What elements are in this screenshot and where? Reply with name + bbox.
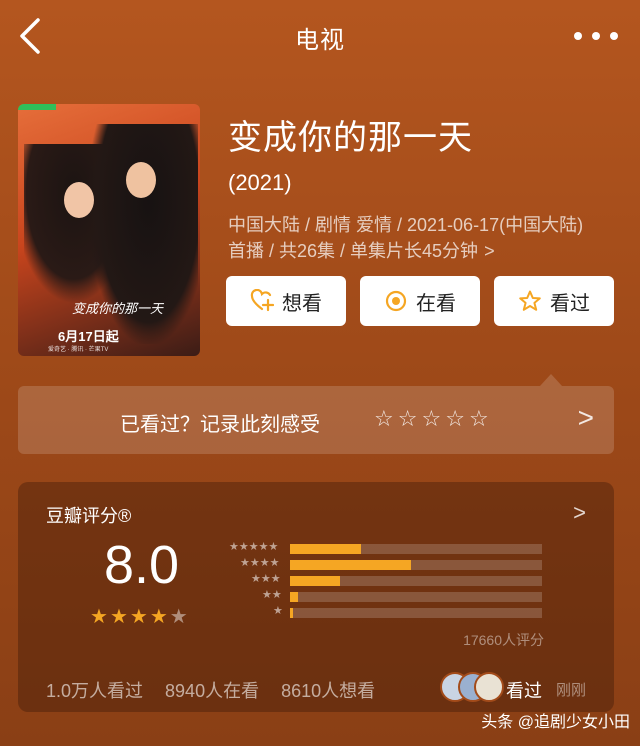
rate-stars[interactable]: ☆ ☆ ☆ ☆ ☆ [374,408,489,430]
show-year: (2021) [228,170,292,195]
friend-action: 看过 [506,681,542,701]
score-star-icon: ★ [109,606,128,628]
poster-face-woman [64,182,94,218]
score-star-icon: ★ [149,606,168,628]
rate-star-icon[interactable]: ☆ [445,408,465,430]
stats-row: 1.0万人看过 8940人在看 8610人想看 [46,677,375,703]
show-title: 变成你的那一天 [228,119,473,157]
poster-platform-logos: 爱奇艺 · 腾讯 · 芒果TV [48,347,109,353]
poster-title: 变成你的那一天 [72,302,164,317]
want-button[interactable]: 想看 [226,276,346,326]
rate-star-icon[interactable]: ☆ [421,408,441,430]
score-star-icon: ★ [90,606,108,628]
rating-distribution-track [290,592,542,602]
stat-want[interactable]: 8610人想看 [281,677,375,703]
poster-face-man [126,162,156,198]
rate-prompt-bar[interactable]: 已看过？记录此刻感受 ☆ ☆ ☆ ☆ ☆ > [18,386,614,454]
rating-distribution-bar [290,576,340,586]
chevron-right-icon: > [484,241,495,261]
chevron-right-icon[interactable]: > [573,500,586,526]
target-icon [385,290,407,312]
friend-time: 刚刚 [556,682,587,699]
poster-image[interactable]: 变成你的那一天 6月17日起 爱奇艺 · 腾讯 · 芒果TV [18,104,200,356]
rating-label: 豆瓣评分® [46,506,132,526]
rating-stars: ★ ★ ★ ★ ★ [90,604,188,629]
rating-distribution-bar [290,592,298,602]
rating-distribution-bar [290,608,293,618]
watching-label: 在看 [416,292,456,315]
poster-date: 6月17日起 [58,329,119,344]
avatar [474,672,504,702]
rating-score: 8.0 [104,535,180,595]
star-outline-icon [519,290,541,311]
rate-star-icon[interactable]: ☆ [398,408,418,430]
more-icon[interactable] [574,28,618,44]
watching-button[interactable]: 在看 [360,276,480,326]
stat-watching[interactable]: 8940人在看 [165,677,259,703]
score-star-icon: ★ [129,606,148,628]
poster-tag [18,104,56,110]
pointer-arrow [540,374,562,386]
rating-distribution-track [290,544,542,554]
show-meta[interactable]: 中国大陆 / 剧情 爱情 / 2021-06-17(中国大陆)首播 / 共26集… [228,212,588,264]
page-title: 电视 [295,27,345,54]
rate-star-icon[interactable]: ☆ [374,408,394,430]
rating-distribution-track [290,608,542,618]
friend-avatars[interactable] [440,672,504,702]
rating-distribution-bar [290,560,411,570]
top-bar: 电视 [0,0,640,72]
rating-count: 17660人评分 [463,632,544,648]
rating-card[interactable]: 豆瓣评分® > 8.0 ★ ★ ★ ★ ★ ★★★★★ ★★★★ ★★★ ★★ ★ 17660人… [18,482,614,712]
heart-plus-icon [250,289,274,312]
rate-prompt-text: 已看过？记录此刻感受 [120,414,320,436]
stat-watched[interactable]: 1.0万人看过 [46,677,143,703]
rating-distribution-track [290,576,542,586]
rating-distribution-track [290,560,542,570]
rate-star-icon[interactable]: ☆ [469,408,489,430]
show-meta-text: 中国大陆 / 剧情 爱情 / 2021-06-17(中国大陆)首播 / 共26集… [228,215,584,261]
watched-button[interactable]: 看过 [494,276,614,326]
rating-distribution-bar [290,544,361,554]
watermark: 头条 @追剧少女小田 [481,714,630,731]
want-label: 想看 [282,292,322,315]
chevron-right-icon: > [577,402,594,433]
watched-label: 看过 [550,292,590,315]
score-star-icon: ★ [169,606,188,628]
